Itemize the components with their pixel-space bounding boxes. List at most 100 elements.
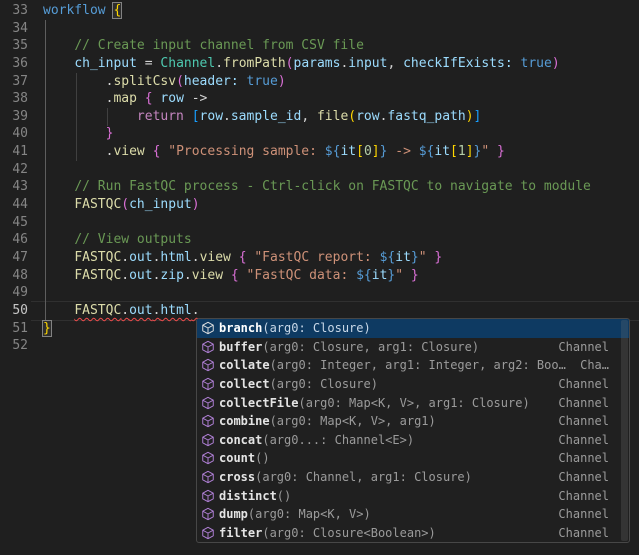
symbol-method-icon [200, 507, 216, 521]
suggest-item-return-type: Channel [550, 414, 609, 428]
line-number[interactable]: 38 [0, 90, 28, 108]
suggest-item-collect[interactable]: collect(arg0: Closure)Channel [197, 375, 629, 394]
code-line[interactable] [43, 284, 639, 302]
line-number[interactable]: 50 [0, 302, 28, 320]
code-token: ch_input [74, 56, 137, 71]
code-area[interactable]: workflow { // Create input channel from … [43, 2, 639, 355]
code-token: fastq_path [387, 109, 465, 124]
code-line[interactable]: FASTQC.out.html. [43, 302, 639, 320]
code-token: html [160, 303, 191, 318]
line-number[interactable]: 41 [0, 143, 28, 161]
code-line[interactable]: workflow { [43, 2, 639, 20]
suggest-item-combine[interactable]: combine(arg0: Map<K, V>, arg1)Channel [197, 412, 629, 431]
code-line[interactable]: FASTQC.out.html.view { "FastQC report: $… [43, 249, 639, 267]
code-line[interactable]: .map { row -> [43, 90, 639, 108]
line-number[interactable]: 36 [0, 55, 28, 73]
symbol-method-icon [200, 358, 216, 372]
code-token: html [160, 250, 191, 265]
code-token: FASTQC [74, 250, 121, 265]
code-token: ${ [356, 268, 372, 283]
code-line[interactable]: .splitCsv(header: true) [43, 73, 639, 91]
line-number[interactable]: 33 [0, 2, 28, 20]
suggest-item-concat[interactable]: concat(arg0...: Channel<E>)Channel [197, 431, 629, 450]
code-token: 1 [458, 144, 466, 159]
suggest-item-signature: (arg0: Closure<Boolean>) [262, 526, 435, 540]
suggest-item-branch[interactable]: branch(arg0: Closure) [197, 319, 629, 338]
code-token: view [192, 268, 223, 283]
suggest-item-return-type: Channel [550, 489, 609, 503]
code-token: { [239, 250, 247, 265]
code-line[interactable]: .view { "Processing sample: ${it[0]} -> … [43, 143, 639, 161]
suggest-item-signature: (arg0: Closure) [270, 377, 378, 391]
code-line[interactable]: } [43, 125, 639, 143]
code-token [137, 91, 145, 106]
code-token [184, 109, 192, 124]
code-token: [ [192, 109, 200, 124]
line-number[interactable]: 40 [0, 125, 28, 143]
code-token: ${ [419, 144, 435, 159]
line-number[interactable]: 34 [0, 20, 28, 38]
line-number[interactable]: 48 [0, 267, 28, 285]
symbol-method-icon [200, 451, 216, 465]
code-line[interactable] [43, 20, 639, 38]
code-token: // Create input channel from CSV file [74, 38, 364, 53]
code-token: sample_id [231, 109, 301, 124]
code-token [43, 250, 74, 265]
line-number[interactable]: 49 [0, 284, 28, 302]
suggest-item-signature: (arg0: Closure) [262, 321, 370, 335]
code-line[interactable] [43, 161, 639, 179]
suggest-item-label: combine [219, 414, 270, 428]
code-token [231, 250, 239, 265]
symbol-method-icon [200, 377, 216, 391]
code-token: input [348, 56, 387, 71]
suggest-item-dump[interactable]: dump(arg0: Map<K, V>)Channel [197, 505, 629, 524]
line-number[interactable]: 42 [0, 161, 28, 179]
code-line[interactable]: // Run FastQC process - Ctrl-click on FA… [43, 178, 639, 196]
line-number[interactable]: 46 [0, 231, 28, 249]
code-line[interactable]: FASTQC.out.zip.view { "FastQC data: ${it… [43, 267, 639, 285]
code-line[interactable]: FASTQC(ch_input) [43, 196, 639, 214]
code-token: header: [184, 74, 239, 89]
line-number[interactable]: 52 [0, 337, 28, 355]
code-line[interactable]: // View outputs [43, 231, 639, 249]
line-number[interactable]: 43 [0, 178, 28, 196]
code-token: FASTQC [74, 197, 121, 212]
suggest-scrollbar[interactable] [621, 320, 628, 541]
line-number[interactable]: 47 [0, 249, 28, 267]
code-token: ${ [325, 144, 341, 159]
suggest-item-label: distinct [219, 489, 277, 503]
code-token: { [112, 2, 122, 19]
code-token: -> [387, 144, 418, 159]
code-line[interactable]: return [row.sample_id, file(row.fastq_pa… [43, 108, 639, 126]
suggest-item-distinct[interactable]: distinct()Channel [197, 486, 629, 505]
line-number[interactable]: 37 [0, 73, 28, 91]
suggest-item-collectFile[interactable]: collectFile(arg0: Map<K, V>, arg1: Closu… [197, 393, 629, 412]
code-token: . [192, 303, 200, 318]
code-token: it [372, 268, 388, 283]
code-token [239, 268, 247, 283]
code-token [43, 303, 74, 318]
code-token: splitCsv [113, 74, 176, 89]
suggest-item-collate[interactable]: collate(arg0: Integer, arg1: Integer, ar… [197, 356, 629, 375]
line-number[interactable]: 44 [0, 196, 28, 214]
line-number[interactable]: 39 [0, 108, 28, 126]
code-line[interactable] [43, 214, 639, 232]
suggest-item-count[interactable]: count()Channel [197, 449, 629, 468]
suggest-item-return-type: Channel [550, 507, 609, 521]
code-line[interactable]: // Create input channel from CSV file [43, 37, 639, 55]
code-token [43, 179, 74, 194]
line-number[interactable]: 51 [0, 320, 28, 338]
code-line[interactable]: ch_input = Channel.fromPath(params.input… [43, 55, 639, 73]
code-token: FASTQC [74, 268, 121, 283]
code-token: " [395, 268, 403, 283]
line-number[interactable]: 35 [0, 37, 28, 55]
suggest-item-filter[interactable]: filter(arg0: Closure<Boolean>)Channel [197, 524, 629, 543]
line-number[interactable]: 45 [0, 214, 28, 232]
code-token: file [317, 109, 348, 124]
code-token: } [411, 250, 419, 265]
suggest-item-cross[interactable]: cross(arg0: Channel, arg1: Closure)Chann… [197, 468, 629, 487]
code-token [403, 268, 411, 283]
suggest-item-signature: (arg0: Map<K, V>) [248, 507, 371, 521]
suggest-item-buffer[interactable]: buffer(arg0: Closure, arg1: Closure)Chan… [197, 338, 629, 357]
code-token: checkIfExists: [403, 56, 513, 71]
